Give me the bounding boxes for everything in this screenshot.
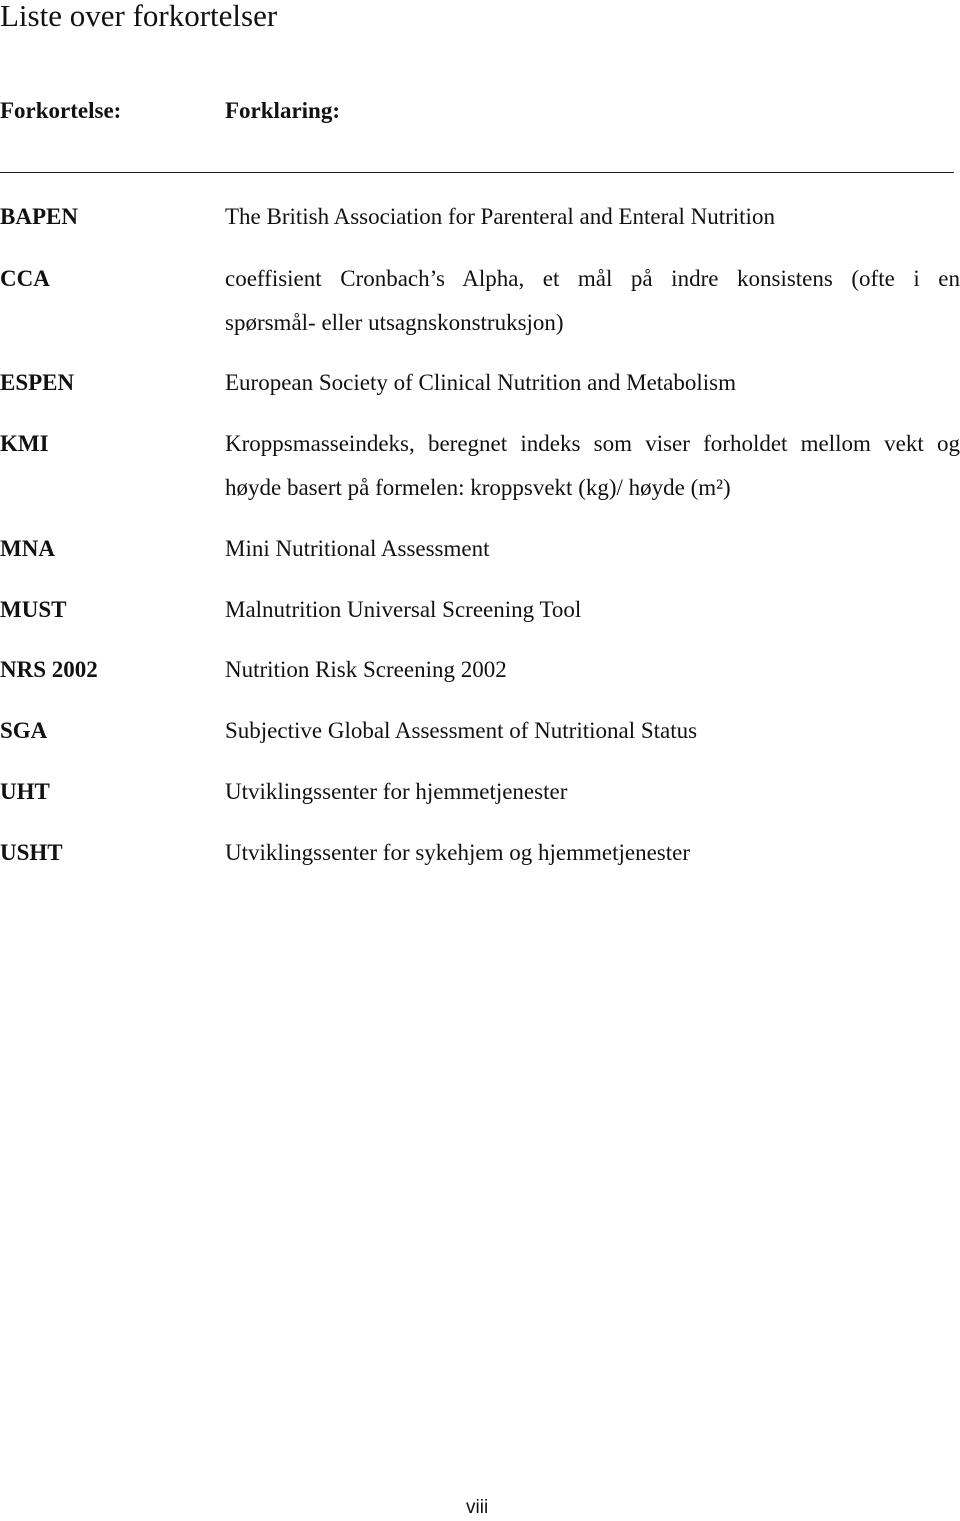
page-number: viii [466, 1497, 489, 1518]
expl-espen: European Society of Clinical Nutrition a… [225, 370, 737, 395]
abbr-sga: SGA [0, 718, 48, 743]
expl-bapen: The British Association for Parenteral a… [225, 204, 775, 229]
expl-cca-line2: spørsmål- eller utsagnskonstruksjon) [225, 310, 564, 335]
abbr-espen: ESPEN [0, 370, 75, 395]
header-explanation: Forklaring: [225, 98, 340, 123]
abbr-nrs2002: NRS 2002 [0, 657, 98, 682]
expl-cca-line1: coeffisient Cronbach’s Alpha, et mål på … [225, 266, 960, 291]
expl-uht: Utviklingssenter for hjemmetjenester [225, 779, 568, 804]
abbr-mna: MNA [0, 536, 55, 561]
divider-rule [0, 172, 954, 173]
expl-kmi-line1: Kroppsmasseindeks, beregnet indeks som v… [225, 431, 960, 456]
expl-mna: Mini Nutritional Assessment [225, 536, 490, 561]
expl-nrs2002: Nutrition Risk Screening 2002 [225, 657, 507, 682]
page-title: Liste over forkortelser [0, 0, 278, 33]
expl-must: Malnutrition Universal Screening Tool [225, 597, 582, 622]
abbr-bapen: BAPEN [0, 204, 78, 229]
abbr-must: MUST [0, 597, 67, 622]
header-abbreviation: Forkortelse: [0, 98, 122, 123]
abbr-kmi: KMI [0, 431, 49, 456]
abbr-cca: CCA [0, 266, 50, 291]
expl-kmi-line2: høyde basert på formelen: kroppsvekt (kg… [225, 475, 731, 500]
abbr-uht: UHT [0, 779, 50, 804]
expl-usht: Utviklingssenter for sykehjem og hjemmet… [225, 840, 690, 865]
abbr-usht: USHT [0, 840, 63, 865]
expl-sga: Subjective Global Assessment of Nutritio… [225, 718, 698, 743]
